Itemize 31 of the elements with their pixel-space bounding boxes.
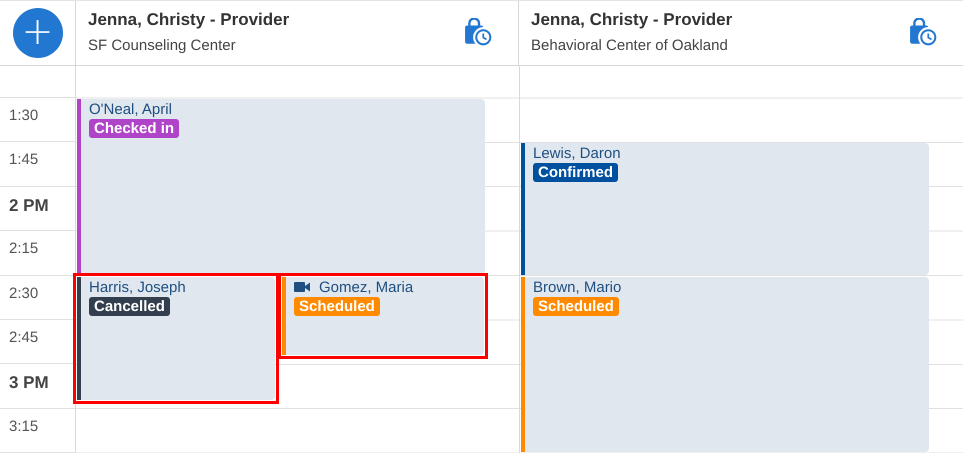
appointment-card[interactable]: O'Neal, April Checked in bbox=[77, 99, 485, 275]
patient-name: Lewis, Daron bbox=[533, 145, 621, 162]
location-name: SF Counseling Center bbox=[88, 37, 237, 54]
time-label: 2:30 bbox=[9, 284, 38, 302]
status-badge: Scheduled bbox=[533, 296, 619, 316]
appointment-card[interactable]: Brown, Mario Scheduled bbox=[521, 276, 929, 452]
video-camera-icon bbox=[294, 281, 311, 294]
bag-clock-icon bbox=[909, 18, 939, 48]
location-name: Behavioral Center of Oakland bbox=[531, 37, 729, 54]
time-label: 1:30 bbox=[9, 107, 38, 124]
patient-name: Harris, Joseph bbox=[89, 278, 186, 296]
bag-clock-icon bbox=[464, 18, 494, 48]
provider-name: Jenna, Christy - Provider bbox=[88, 10, 290, 30]
appointment-card[interactable]: Lewis, Daron Confirmed bbox=[521, 143, 929, 275]
provider-name: Jenna, Christy - Provider bbox=[531, 10, 734, 30]
patient-name: Gomez, Maria bbox=[319, 278, 414, 296]
add-button[interactable]: + bbox=[12, 8, 62, 58]
appointment-card[interactable]: Gomez, Maria Scheduled bbox=[278, 272, 488, 360]
status-badge: Scheduled bbox=[294, 296, 380, 316]
status-badge: Confirmed bbox=[533, 163, 618, 182]
time-label: 2:45 bbox=[9, 328, 38, 346]
time-label: 1:45 bbox=[9, 151, 38, 168]
appointment-card[interactable]: Harris, Joseph Cancelled bbox=[73, 272, 279, 404]
time-label: 3 PM bbox=[9, 373, 49, 392]
time-label: 2:15 bbox=[9, 240, 38, 258]
status-badge: Cancelled bbox=[89, 296, 170, 316]
time-label: 3:15 bbox=[9, 418, 38, 435]
patient-name: Brown, Mario bbox=[533, 278, 622, 296]
patient-name: O'Neal, April bbox=[89, 101, 172, 118]
status-badge: Checked in bbox=[89, 119, 180, 138]
time-label: 2 PM bbox=[9, 196, 49, 215]
